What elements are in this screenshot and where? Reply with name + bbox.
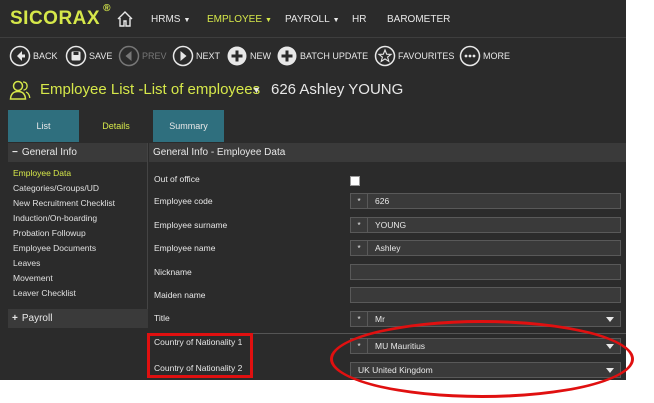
sidebar-group-general-info[interactable]: − General Info [8,143,147,162]
label-employee-surname: Employee surname [154,220,228,230]
next-icon [172,45,194,67]
back-arrow-icon [9,45,31,67]
nav-employee[interactable]: EMPLOYEE ▼ [207,14,272,25]
toolbar: BACK SAVE PREV NEXT NEW BATCH UPDATE FAV… [0,39,626,73]
out-of-office-checkbox[interactable] [350,176,360,186]
employee-name-field[interactable]: * Ashley [350,240,621,256]
prev-button[interactable]: PREV [118,44,167,68]
label-out-of-office: Out of office [154,174,200,184]
users-icon [9,80,31,100]
sidebar-item-recruitment-checklist[interactable]: New Recruitment Checklist [8,196,147,211]
save-button[interactable]: SAVE [65,44,112,68]
sidebar-item-leaves[interactable]: Leaves [8,256,147,271]
required-marker: * [351,312,368,326]
employee-code-field[interactable]: * 626 [350,193,621,209]
label-nickname: Nickname [154,267,192,277]
annotation-rectangle [147,333,253,378]
employee-surname-field[interactable]: * YOUNG [350,217,621,233]
chevron-down-icon: ▼ [183,17,191,24]
logo: SICORAX ® [10,2,111,29]
nickname-field[interactable] [350,264,621,280]
batch-update-button[interactable]: BATCH UPDATE [276,44,368,68]
tab-summary[interactable]: Summary [153,110,224,142]
next-button[interactable]: NEXT [172,44,220,68]
new-button[interactable]: NEW [226,44,271,68]
sidebar-item-employee-data[interactable]: Employee Data [8,166,147,181]
save-icon [65,45,87,67]
sidebar-item-induction[interactable]: Induction/On-boarding [8,211,147,226]
tab-bar: List Details Summary [0,110,626,142]
nav-hrms[interactable]: HRMS ▼ [151,14,190,25]
page-title: Employee List -List of employees [40,81,261,98]
top-nav: SICORAX ® HRMS ▼ EMPLOYEE ▼ PAYROLL ▼ HR BAR… [0,0,626,38]
collapse-icon: − [12,147,18,158]
required-marker: * [351,194,368,208]
sidebar-item-documents[interactable]: Employee Documents [8,241,147,256]
sidebar-item-movement[interactable]: Movement [8,271,147,286]
label-employee-code: Employee code [154,196,213,206]
tab-details[interactable]: Details [79,110,153,142]
dropdown-arrow-icon [606,316,614,322]
sidebar-item-probation[interactable]: Probation Followup [8,226,147,241]
nav-barometer[interactable]: BAROMETER [387,14,450,25]
prev-icon [118,45,140,67]
more-button[interactable]: MORE [459,44,510,68]
title-bar: Employee List -List of employees ▼ 626 A… [0,73,626,107]
section-title: General Info - Employee Data [149,143,626,162]
home-icon[interactable] [116,10,134,28]
plus-icon [277,46,297,66]
sidebar-item-leaver-checklist[interactable]: Leaver Checklist [8,286,147,301]
chevron-down-icon[interactable]: ▼ [252,85,261,95]
nav-payroll[interactable]: PAYROLL ▼ [285,14,340,25]
star-icon [374,45,396,67]
chevron-down-icon: ▼ [332,17,340,24]
back-button[interactable]: BACK [9,44,58,68]
sidebar: − General Info Employee Data Categories/G… [8,143,148,328]
sidebar-group-payroll[interactable]: + Payroll [8,309,148,328]
label-employee-name: Employee name [154,243,216,253]
chevron-down-icon: ▼ [265,17,272,24]
annotation-ellipse [330,320,634,398]
required-marker: * [351,218,368,232]
maiden-name-field[interactable] [350,287,621,303]
expand-icon: + [12,313,18,324]
nav-hr[interactable]: HR [352,14,366,25]
tab-list[interactable]: List [8,110,79,142]
current-employee: 626 Ashley YOUNG [271,81,404,98]
label-maiden-name: Maiden name [154,290,206,300]
required-marker: * [351,241,368,255]
plus-icon [227,46,247,66]
favourites-button[interactable]: FAVOURITES [374,44,454,68]
label-title: Title [154,313,170,323]
more-icon [459,45,481,67]
sidebar-item-categories[interactable]: Categories/Groups/UD [8,181,147,196]
